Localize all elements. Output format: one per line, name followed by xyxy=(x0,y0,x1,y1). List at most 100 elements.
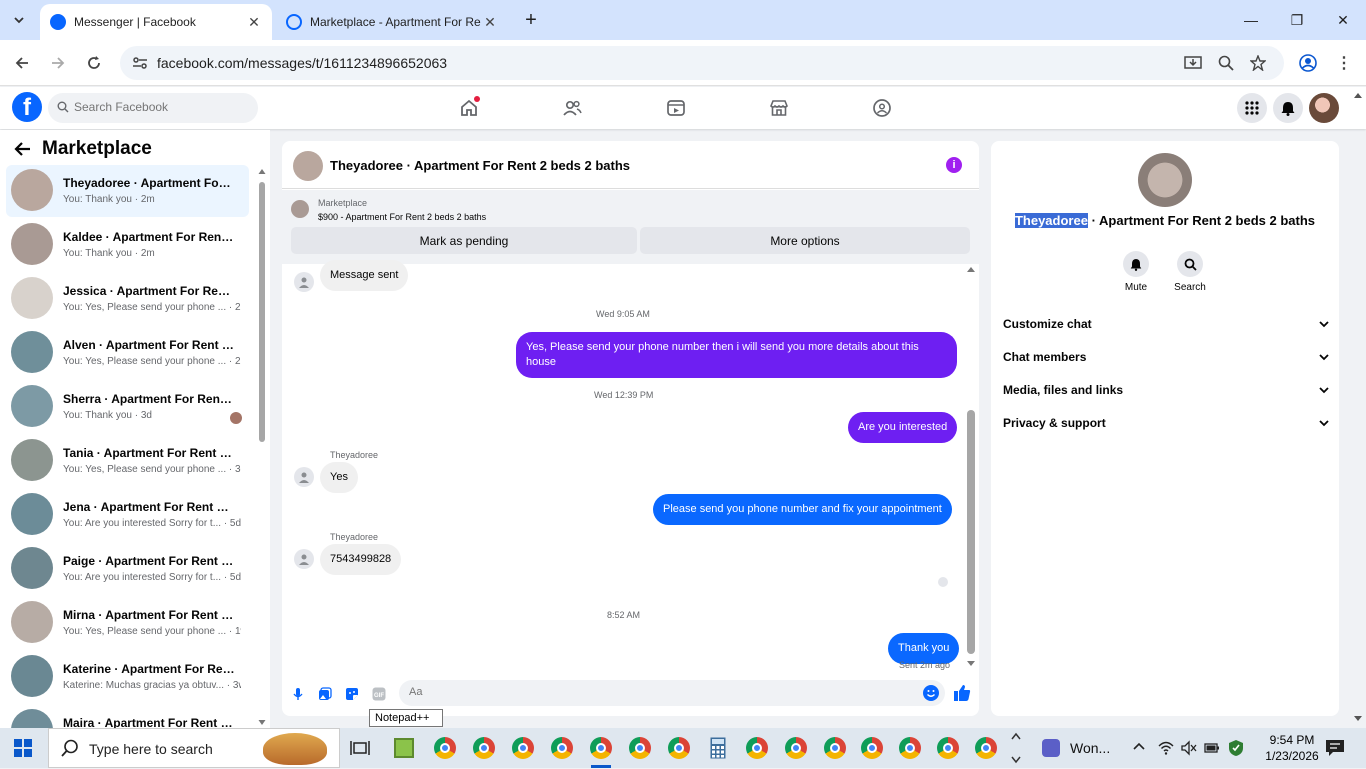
forward-arrow-icon[interactable] xyxy=(44,49,72,77)
conversation-item[interactable]: Sherra · Apartment For Rent ... You: Tha… xyxy=(6,381,249,433)
listing-title[interactable]: $900 - Apartment For Rent 2 beds 2 baths xyxy=(318,212,486,222)
thumbs-up-icon[interactable] xyxy=(953,684,971,702)
chrome-icon[interactable] xyxy=(626,734,654,762)
clock[interactable]: 9:54 PM 1/23/2026 xyxy=(1262,732,1322,764)
chrome-icon[interactable] xyxy=(782,734,810,762)
tab-marketplace[interactable]: Marketplace - Apartment For Re ✕ xyxy=(276,4,508,40)
browser-menu-icon[interactable]: ⋮ xyxy=(1330,49,1358,77)
chrome-icon[interactable] xyxy=(509,734,537,762)
close-window-button[interactable]: ✕ xyxy=(1328,6,1358,34)
back-arrow-icon[interactable] xyxy=(8,49,36,77)
install-app-icon[interactable] xyxy=(1183,54,1203,72)
message-bubble-outgoing[interactable]: Please send you phone number and fix you… xyxy=(653,494,952,525)
conversation-item[interactable]: Jessica · Apartment For Rent 2 ... You: … xyxy=(6,273,249,325)
chat-title[interactable]: Theyadoree · Apartment For Rent 2 beds 2… xyxy=(330,158,630,173)
search-input[interactable] xyxy=(74,100,244,114)
new-tab-button[interactable]: + xyxy=(516,6,546,34)
facebook-logo-icon[interactable]: f xyxy=(12,92,42,122)
chrome-icon[interactable] xyxy=(858,734,886,762)
account-avatar[interactable] xyxy=(1309,93,1339,123)
reload-icon[interactable] xyxy=(80,49,108,77)
conversation-item[interactable]: Tania · Apartment For Rent 2 be... You: … xyxy=(6,435,249,487)
chat-members-section[interactable]: Chat members xyxy=(1003,350,1329,370)
photo-icon[interactable] xyxy=(316,685,334,703)
conversation-item[interactable]: Maira · Apartment For Rent 2 b... xyxy=(6,705,249,728)
security-shield-icon[interactable] xyxy=(1228,739,1244,760)
taskbar-scroll-arrows[interactable] xyxy=(1010,730,1022,766)
microphone-icon[interactable] xyxy=(289,685,307,703)
mute-button[interactable]: Mute xyxy=(1106,251,1166,293)
media-files-links-section[interactable]: Media, files and links xyxy=(1003,383,1329,403)
notification-center-icon[interactable] xyxy=(1325,739,1345,760)
conversation-item[interactable]: Jena · Apartment For Rent 2 be... You: A… xyxy=(6,489,249,541)
chrome-icon[interactable] xyxy=(972,734,1000,762)
chrome-icon[interactable] xyxy=(665,734,693,762)
bookmark-star-icon[interactable] xyxy=(1248,54,1268,72)
friends-icon[interactable] xyxy=(559,95,585,121)
message-input[interactable] xyxy=(409,686,909,698)
message-bubble-outgoing[interactable]: Are you interested xyxy=(848,412,958,443)
chrome-icon[interactable] xyxy=(743,734,771,762)
site-settings-icon[interactable] xyxy=(130,54,150,72)
back-arrow-icon[interactable] xyxy=(14,141,32,157)
minimize-button[interactable]: — xyxy=(1236,6,1266,34)
windows-start-icon[interactable] xyxy=(14,739,32,757)
conversation-item[interactable]: Theyadoree · Apartment For Re... You: Th… xyxy=(6,165,249,217)
pinned-app[interactable]: Won... xyxy=(1034,728,1130,768)
conversation-list-scrollbar[interactable] xyxy=(258,168,266,728)
gif-icon[interactable]: GIF xyxy=(370,685,388,703)
info-icon[interactable]: i xyxy=(946,157,962,173)
show-hidden-icons-icon[interactable] xyxy=(1132,740,1148,756)
chat-avatar[interactable] xyxy=(293,151,323,181)
chrome-icon[interactable] xyxy=(934,734,962,762)
notepad-plus-plus-icon[interactable] xyxy=(390,734,418,762)
task-view-icon[interactable] xyxy=(346,734,374,762)
customize-chat-section[interactable]: Customize chat xyxy=(1003,317,1329,337)
privacy-support-section[interactable]: Privacy & support xyxy=(1003,416,1329,436)
conversation-item[interactable]: Kaldee · Apartment For Rent 2 ... You: T… xyxy=(6,219,249,271)
zoom-icon[interactable] xyxy=(1216,54,1236,72)
message-bubble-incoming[interactable]: Message sent xyxy=(320,260,409,291)
message-bubble-incoming[interactable]: Yes xyxy=(320,462,358,493)
video-icon[interactable] xyxy=(663,95,689,121)
conversation-item[interactable]: Katerine · Apartment For Rent 2... Kater… xyxy=(6,651,249,703)
tab-search-chevron-icon[interactable] xyxy=(6,7,32,33)
chrome-icon[interactable] xyxy=(896,734,924,762)
wifi-icon[interactable] xyxy=(1158,740,1174,759)
profile-icon[interactable] xyxy=(1294,49,1322,77)
chrome-icon[interactable] xyxy=(587,734,615,768)
chrome-icon[interactable] xyxy=(431,734,459,762)
contact-avatar[interactable] xyxy=(1138,153,1192,207)
marketplace-icon[interactable] xyxy=(766,95,792,121)
chrome-icon[interactable] xyxy=(470,734,498,762)
menu-grid-icon[interactable] xyxy=(1237,93,1267,123)
emoji-icon[interactable] xyxy=(923,685,939,701)
message-bubble-incoming[interactable]: 7543499828 xyxy=(320,544,402,575)
page-scrollbar[interactable] xyxy=(1352,90,1364,726)
chat-scrollbar[interactable] xyxy=(966,265,976,671)
listing-thumbnail[interactable] xyxy=(291,200,309,218)
restore-button[interactable]: ❐ xyxy=(1282,6,1312,34)
battery-icon[interactable] xyxy=(1204,741,1220,758)
mark-as-pending-button[interactable]: Mark as pending xyxy=(291,227,637,254)
chrome-icon[interactable] xyxy=(548,734,576,762)
close-tab-icon[interactable]: ✕ xyxy=(246,14,262,31)
conversation-item[interactable]: Alven · Apartment For Rent 2 b... You: Y… xyxy=(6,327,249,379)
facebook-search[interactable] xyxy=(48,93,258,123)
conversation-item[interactable]: Paige · Apartment For Rent 2 b... You: A… xyxy=(6,543,249,595)
volume-muted-icon[interactable] xyxy=(1181,740,1197,759)
search-conversation-button[interactable]: Search xyxy=(1160,251,1220,293)
chrome-icon[interactable] xyxy=(821,734,849,762)
home-icon[interactable] xyxy=(456,95,482,121)
message-input-box[interactable] xyxy=(399,680,945,706)
taskbar-search[interactable]: Type here to search xyxy=(48,728,340,768)
more-options-button[interactable]: More options xyxy=(640,227,970,254)
conversation-item[interactable]: Mirna · Apartment For Rent 2 b... You: Y… xyxy=(6,597,249,649)
sticker-icon[interactable] xyxy=(343,685,361,703)
address-bar[interactable]: facebook.com/messages/t/1611234896652063 xyxy=(120,46,1284,80)
notifications-bell-icon[interactable] xyxy=(1273,93,1303,123)
groups-icon[interactable] xyxy=(869,95,895,121)
tab-messenger[interactable]: Messenger | Facebook ✕ xyxy=(40,4,272,40)
close-tab-icon[interactable]: ✕ xyxy=(482,14,498,31)
calculator-icon[interactable] xyxy=(704,734,732,762)
